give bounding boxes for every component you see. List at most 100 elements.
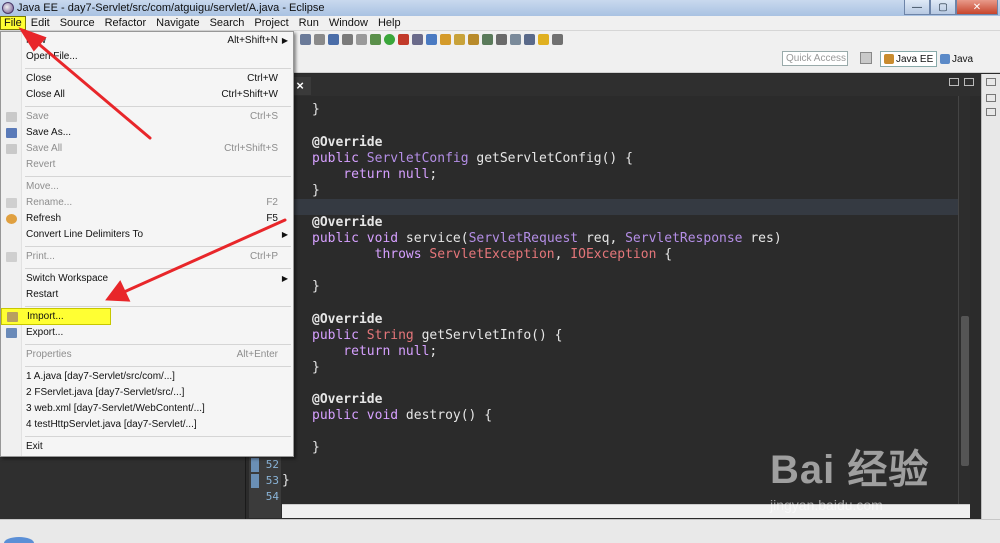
restore-icon[interactable] [986, 78, 996, 86]
menu-item-save-all[interactable]: Save All Ctrl+Shift+S [1, 141, 293, 157]
perspective-java-ee[interactable]: Java EE [880, 51, 938, 67]
menu-project[interactable]: Project [249, 16, 293, 30]
outline-icon[interactable] [986, 94, 996, 102]
task-icon[interactable] [986, 108, 996, 116]
toolbar-new-icon[interactable] [426, 34, 437, 45]
open-perspective-icon[interactable] [860, 52, 872, 64]
close-button[interactable]: ✕ [956, 0, 998, 15]
window-title: Java EE - day7-Servlet/src/com/atguigu/s… [17, 2, 325, 14]
menu-item-exit[interactable]: Exit [1, 439, 293, 455]
menu-run[interactable]: Run [294, 16, 324, 30]
menu-item-revert[interactable]: Revert [1, 157, 293, 173]
minimize-view-icon[interactable] [949, 78, 959, 86]
toolbar-tool-icon[interactable] [328, 34, 339, 45]
menu-separator [25, 246, 291, 247]
save-as-icon [6, 128, 17, 138]
toolbar-tool-icon[interactable] [342, 34, 353, 45]
baidu-watermark: Bai 经验 jingyan.baidu.com [770, 437, 980, 517]
code-line: public ServletConfig getServletConfig() … [312, 151, 633, 166]
maximize-button[interactable]: ▢ [930, 0, 956, 15]
menu-navigate[interactable]: Navigate [151, 16, 204, 30]
menu-separator [25, 68, 291, 69]
toolbar-tool-icon[interactable] [496, 34, 507, 45]
code-line: @Override [312, 312, 383, 327]
refresh-icon [6, 214, 17, 224]
recent-file-item[interactable]: 1 A.java [day7-Servlet/src/com/...] [1, 369, 293, 385]
maximize-view-icon[interactable] [964, 78, 974, 86]
toolbar-tool-icon[interactable] [510, 34, 521, 45]
menu-separator [25, 176, 291, 177]
right-trim-stack [981, 74, 1000, 519]
watermark-brand: Bai 经验 [770, 448, 930, 492]
toolbar-server-icon[interactable] [398, 34, 409, 45]
minimize-button[interactable]: — [904, 0, 930, 15]
recent-file-item[interactable]: 2 FServlet.java [day7-Servlet/src/...] [1, 385, 293, 401]
nav-arrow-icon[interactable] [552, 34, 563, 45]
toolbar-pencil-icon[interactable] [468, 34, 479, 45]
toolbar-tool-icon[interactable] [482, 34, 493, 45]
code-line: } [312, 183, 320, 198]
code-line: return null; [312, 167, 438, 182]
forward-arrow-icon[interactable] [538, 34, 549, 45]
code-line: } [312, 102, 320, 117]
file-menu-dropdown: New Alt+Shift+N ▶ Open File... Close Ctrl+W… [0, 31, 294, 457]
recent-file-item[interactable]: 4 testHttpServlet.java [day7-Servlet/...… [1, 417, 293, 433]
watermark-url: jingyan.baidu.com [770, 497, 883, 513]
menu-item-move[interactable]: Move... [1, 179, 293, 195]
menu-item-switch-workspace[interactable]: Switch Workspace ▶ [1, 271, 293, 287]
current-line-highlight [282, 199, 958, 215]
rename-icon [6, 198, 17, 208]
toolbar-tool-icon[interactable] [356, 34, 367, 45]
menu-window[interactable]: Window [324, 16, 373, 30]
menu-separator [25, 306, 291, 307]
submenu-arrow-icon: ▶ [281, 230, 288, 239]
java-ee-icon [884, 54, 894, 64]
back-arrow-icon[interactable] [524, 34, 535, 45]
menu-item-close[interactable]: Close Ctrl+W [1, 71, 293, 87]
menu-item-new[interactable]: New Alt+Shift+N ▶ [1, 33, 293, 49]
menu-edit[interactable]: Edit [26, 16, 55, 30]
quick-access-input[interactable]: Quick Access [782, 51, 848, 66]
code-line: @Override [312, 135, 383, 150]
toolbar-run-icon[interactable] [384, 34, 395, 45]
menu-item-print[interactable]: Print... Ctrl+P [1, 249, 293, 265]
window-controls: — ▢ ✕ [904, 0, 998, 15]
menu-separator [25, 436, 291, 437]
menu-item-convert-line-delimiters[interactable]: Convert Line Delimiters To ▶ [1, 227, 293, 243]
menu-item-save-as[interactable]: Save As... [1, 125, 293, 141]
menu-item-restart[interactable]: Restart [1, 287, 293, 303]
toolbar-tool-icon[interactable] [314, 34, 325, 45]
toolbar-folder-icon[interactable] [454, 34, 465, 45]
recent-file-item[interactable]: 3 web.xml [day7-Servlet/WebContent/...] [1, 401, 293, 417]
toolbar-open-icon[interactable] [440, 34, 451, 45]
submenu-arrow-icon: ▶ [281, 274, 288, 283]
menu-item-rename[interactable]: Rename... F2 [1, 195, 293, 211]
code-line: } [312, 360, 320, 375]
menu-item-export[interactable]: Export... [1, 325, 293, 341]
menu-item-open-file[interactable]: Open File... [1, 49, 293, 65]
menu-refactor[interactable]: Refactor [100, 16, 152, 30]
code-line: } [312, 279, 320, 294]
toolbar-tool-icon[interactable] [300, 34, 311, 45]
menu-item-close-all[interactable]: Close All Ctrl+Shift+W [1, 87, 293, 103]
menu-source[interactable]: Source [55, 16, 100, 30]
code-line: public void destroy() { [312, 408, 493, 423]
toolbar-icons [300, 34, 563, 45]
menu-help[interactable]: Help [373, 16, 406, 30]
menu-item-properties[interactable]: Properties Alt+Enter [1, 347, 293, 363]
toolbar-tool-icon[interactable] [412, 34, 423, 45]
code-line: @Override [312, 215, 383, 230]
menu-search[interactable]: Search [205, 16, 250, 30]
toolbar-debug-icon[interactable] [370, 34, 381, 45]
menu-item-import[interactable]: Import... [1, 308, 111, 325]
change-marker [251, 474, 259, 488]
start-orb-icon[interactable] [4, 537, 34, 543]
menu-file[interactable]: File [0, 16, 26, 30]
editor-tab-bar [249, 74, 981, 96]
code-line: @Override [312, 392, 383, 407]
menu-item-refresh[interactable]: Refresh F5 [1, 211, 293, 227]
menu-separator [25, 106, 291, 107]
perspective-java[interactable]: Java [937, 51, 976, 67]
menu-separator [25, 366, 291, 367]
menu-item-save[interactable]: Save Ctrl+S [1, 109, 293, 125]
